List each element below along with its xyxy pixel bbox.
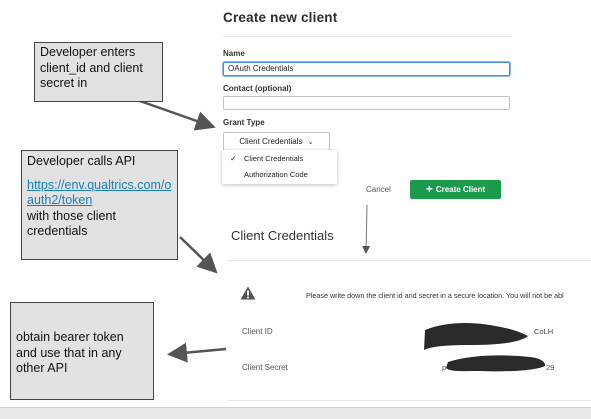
note-call-api-after: with those client credentials bbox=[27, 208, 116, 239]
note-call-api: Developer calls API https://env.qualtric… bbox=[21, 150, 178, 260]
note-enter-credentials: Developer enters client_id and client se… bbox=[34, 42, 163, 102]
client-secret-redaction bbox=[446, 355, 546, 372]
note-bearer-token: obtain bearer token and use that in any … bbox=[10, 302, 154, 400]
arrow-to-name-field bbox=[139, 99, 216, 131]
arrow-to-bearer-note bbox=[167, 342, 227, 363]
arrow-from-create-button bbox=[362, 204, 371, 254]
client-id-redaction bbox=[424, 323, 528, 350]
arrow-to-credentials bbox=[179, 236, 218, 274]
token-endpoint-link[interactable]: https://env.qualtrics.com/oauth2/token bbox=[27, 178, 172, 209]
note-call-api-text: Developer calls API bbox=[27, 154, 136, 168]
